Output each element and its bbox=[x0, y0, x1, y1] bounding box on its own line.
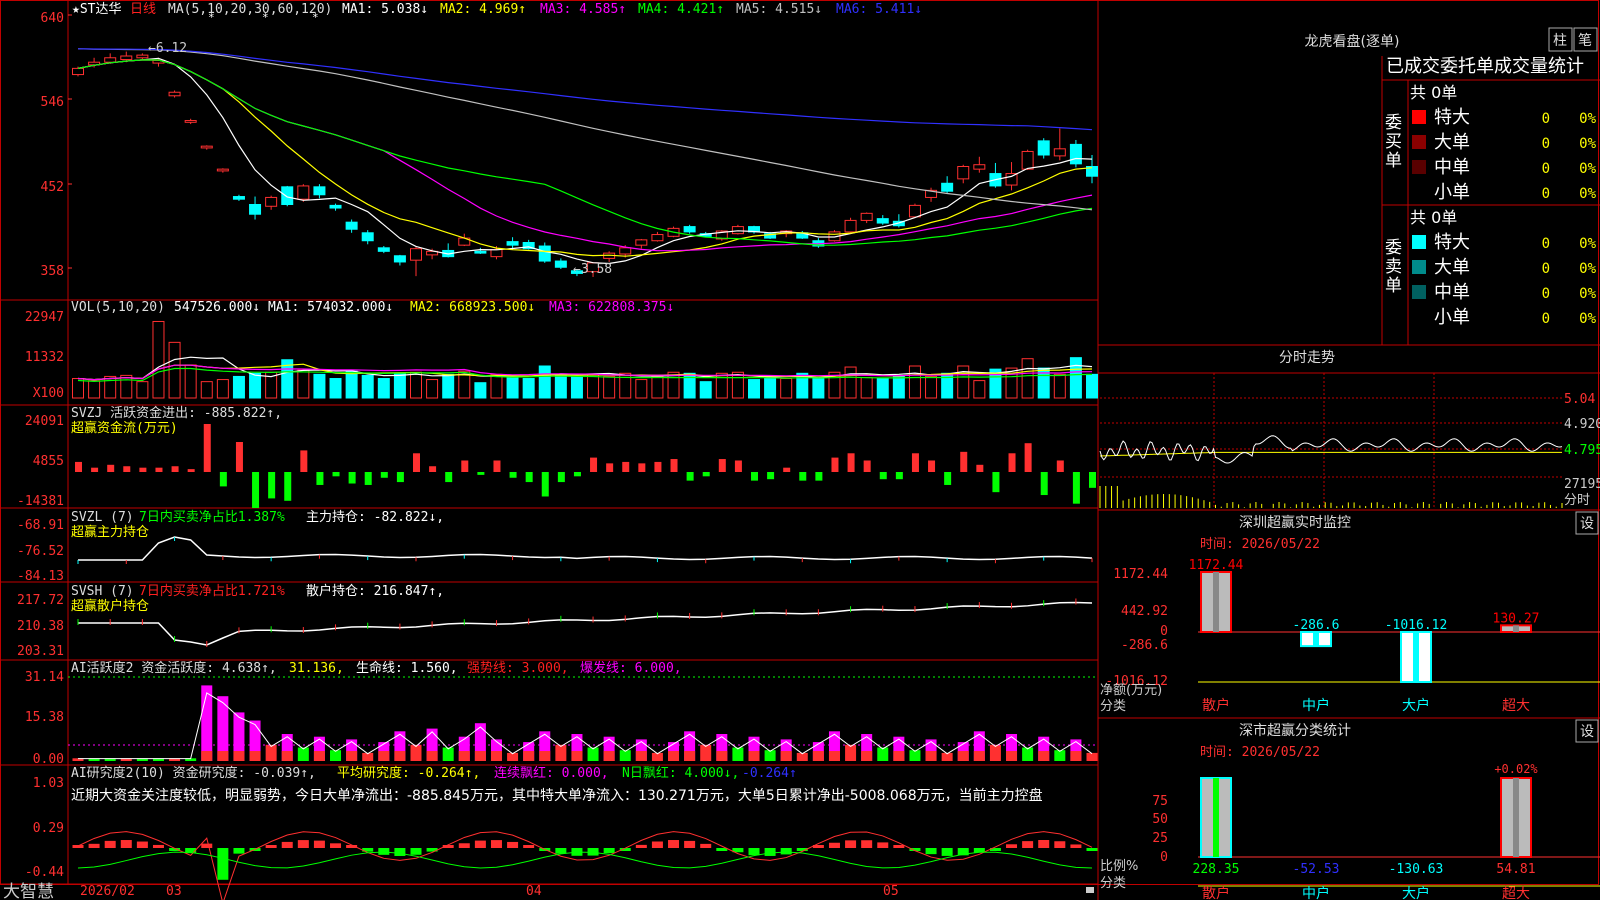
monitor-time: 时间: 2026/05/22 bbox=[1200, 537, 1320, 552]
monitor-axis-3: -286.6 bbox=[1121, 638, 1168, 653]
ai-strong-line: 强势线: 3.000, bbox=[467, 660, 569, 676]
svzj-axis-1: 4855 bbox=[33, 454, 64, 469]
research-title: AI研究度2(10) 资金研究度: -0.039↑, bbox=[71, 765, 316, 781]
research-avg: 平均研究度: -0.264↑, bbox=[337, 765, 480, 781]
stats-ylabel: 比例% bbox=[1100, 859, 1138, 874]
ma1-value: MA1: 5.038↓ bbox=[342, 2, 428, 17]
svzl-axis-1: -76.52 bbox=[17, 544, 64, 559]
longhu-title: 龙虎看盘(逐单) bbox=[1305, 33, 1400, 50]
date-axis-3: 05 bbox=[883, 884, 899, 899]
svzj-axis-2: -14381 bbox=[17, 494, 64, 509]
svzl-axis-2: -84.13 bbox=[17, 569, 64, 584]
ai-burst-line: 爆发线: 6.000, bbox=[580, 660, 682, 676]
vol-value: 547526.000↓ bbox=[174, 300, 260, 315]
stats-axis-1: 50 bbox=[1152, 812, 1168, 827]
ai-axis-2: 0.00 bbox=[33, 752, 64, 767]
research-axis-1: 0.29 bbox=[33, 821, 64, 836]
vol-ma2: MA2: 668923.500↓ bbox=[410, 300, 535, 315]
ai-lifeline: 生命线: 1.560, bbox=[356, 660, 458, 676]
fenshi-axis-1: 4.920 bbox=[1564, 417, 1600, 432]
ma5-value: MA5: 4.515↓ bbox=[736, 2, 822, 17]
fenshi-axis-label: 分时 bbox=[1564, 493, 1590, 508]
monitor-ylabel: 净额(万元) bbox=[1100, 683, 1162, 698]
monitor-axis-0: 1172.44 bbox=[1113, 567, 1168, 582]
longhu-subtitle: 已成交委托单成交量统计 bbox=[1386, 56, 1584, 77]
ai-axis-0: 31.14 bbox=[25, 670, 64, 685]
fenshi-axis-2: 4.795 bbox=[1564, 443, 1600, 458]
price-axis-2: 452 bbox=[41, 180, 64, 195]
vol-axis-1: 11332 bbox=[25, 350, 64, 365]
price-axis-1: 546 bbox=[41, 95, 64, 110]
svzj-title: SVZJ 活跃资金进出: -885.822↑, bbox=[71, 405, 282, 421]
stats-axis-3: 0 bbox=[1160, 850, 1168, 865]
vol-ma1: MA1: 574032.000↓ bbox=[268, 300, 393, 315]
svzj-sub: 超赢资金流(万元) bbox=[71, 420, 178, 436]
svsh-axis-1: 210.38 bbox=[17, 619, 64, 634]
price-axis-3: 358 bbox=[41, 264, 64, 279]
research-axis-2: -0.44 bbox=[25, 865, 64, 880]
research-summary: 近期大资金关注度较低，明显弱势，今日大单净流出：-885.845万元，其中特大单… bbox=[71, 787, 1043, 804]
ai-title: AI活跃度2 资金活跃度: 4.638↑, bbox=[71, 660, 277, 676]
stock-name[interactable]: ★ST达华 bbox=[72, 2, 121, 17]
svsh-axis-0: 217.72 bbox=[17, 593, 64, 608]
research-axis-0: 1.03 bbox=[33, 776, 64, 791]
ma3-value: MA3: 4.585↑ bbox=[540, 2, 626, 17]
svzj-axis-0: 24091 bbox=[25, 414, 64, 429]
stats-xlabel: 分类 bbox=[1100, 876, 1126, 891]
stats-settings-label: 设 bbox=[1580, 724, 1594, 740]
svzl-holding: 主力持仓: -82.822↓, bbox=[306, 510, 444, 525]
column-mode-label: 柱 bbox=[1553, 33, 1567, 49]
ma6-value: MA6: 5.411↓ bbox=[836, 2, 922, 17]
fenshi-axis-0: 5.04 bbox=[1564, 392, 1595, 407]
monitor-axis-1: 442.92 bbox=[1121, 604, 1168, 619]
trade-mode-label: 笔 bbox=[1578, 33, 1592, 49]
ma-params: MA(5,10,20,30,60,120) bbox=[168, 2, 332, 17]
fenshi-axis-3: 27195 bbox=[1564, 477, 1600, 492]
period-label[interactable]: 日线 bbox=[130, 2, 156, 17]
svsh-ratio: 7日内买卖净占比1.721% bbox=[139, 583, 285, 599]
stats-axis-0: 75 bbox=[1152, 794, 1168, 809]
ma4-value: MA4: 4.421↑ bbox=[638, 2, 724, 17]
vol-axis-0: 22947 bbox=[25, 310, 64, 325]
buy-total: 共 0单 bbox=[1410, 83, 1457, 102]
monitor-xlabel: 分类 bbox=[1100, 699, 1126, 714]
fenshi-title: 分时走势 bbox=[1279, 350, 1335, 366]
svsh-holding: 散户持仓: 216.847↑, bbox=[306, 583, 444, 599]
svzl-title: SVZL (7) bbox=[71, 510, 134, 525]
vol-axis-2: X100 bbox=[33, 386, 64, 401]
high-annotation: ←6.12 bbox=[148, 41, 187, 56]
low-annotation: ←3.58 bbox=[573, 262, 612, 277]
label-layer: ★ST达华 日线 MA(5,10,20,30,60,120) MA1: 5.03… bbox=[3, 2, 1600, 900]
price-axis-0: 640 bbox=[41, 11, 64, 26]
research-val: -0.264↑ bbox=[742, 766, 797, 781]
research-red: 连续飘红: 0.000, bbox=[494, 765, 609, 781]
svsh-axis-2: 203.31 bbox=[17, 644, 64, 659]
ma2-value: MA2: 4.969↑ bbox=[440, 2, 526, 17]
ai-value2: 31.136, bbox=[289, 661, 344, 676]
app-logo[interactable]: 大智慧 bbox=[3, 882, 54, 900]
svzl-sub: 超赢主力持仓 bbox=[71, 524, 149, 540]
vol-ma3: MA3: 622808.375↓ bbox=[549, 300, 674, 315]
sell-total: 共 0单 bbox=[1410, 208, 1457, 227]
stats-time: 时间: 2026/05/22 bbox=[1200, 745, 1320, 760]
svzl-axis-0: -68.91 bbox=[17, 518, 64, 533]
stats-title: 深市超赢分类统计 bbox=[1239, 722, 1351, 739]
monitor-title: 深圳超赢实时监控 bbox=[1239, 514, 1351, 531]
vol-title: VOL(5,10,20) bbox=[71, 300, 165, 315]
research-nred: N日飘红: 4.000↓, bbox=[622, 765, 739, 781]
date-axis-0: 2026/02 bbox=[80, 884, 135, 899]
ai-axis-1: 15.38 bbox=[25, 710, 64, 725]
monitor-axis-2: 0 bbox=[1160, 624, 1168, 639]
svsh-sub: 超赢散户持仓 bbox=[71, 598, 149, 614]
monitor-settings-label: 设 bbox=[1580, 516, 1594, 532]
date-axis-2: 04 bbox=[526, 884, 542, 899]
svsh-title: SVSH (7) bbox=[71, 584, 134, 599]
stats-axis-2: 25 bbox=[1152, 831, 1168, 846]
date-axis-1: 03 bbox=[166, 884, 182, 899]
svzl-ratio: 7日内买卖净占比1.387% bbox=[139, 509, 285, 525]
